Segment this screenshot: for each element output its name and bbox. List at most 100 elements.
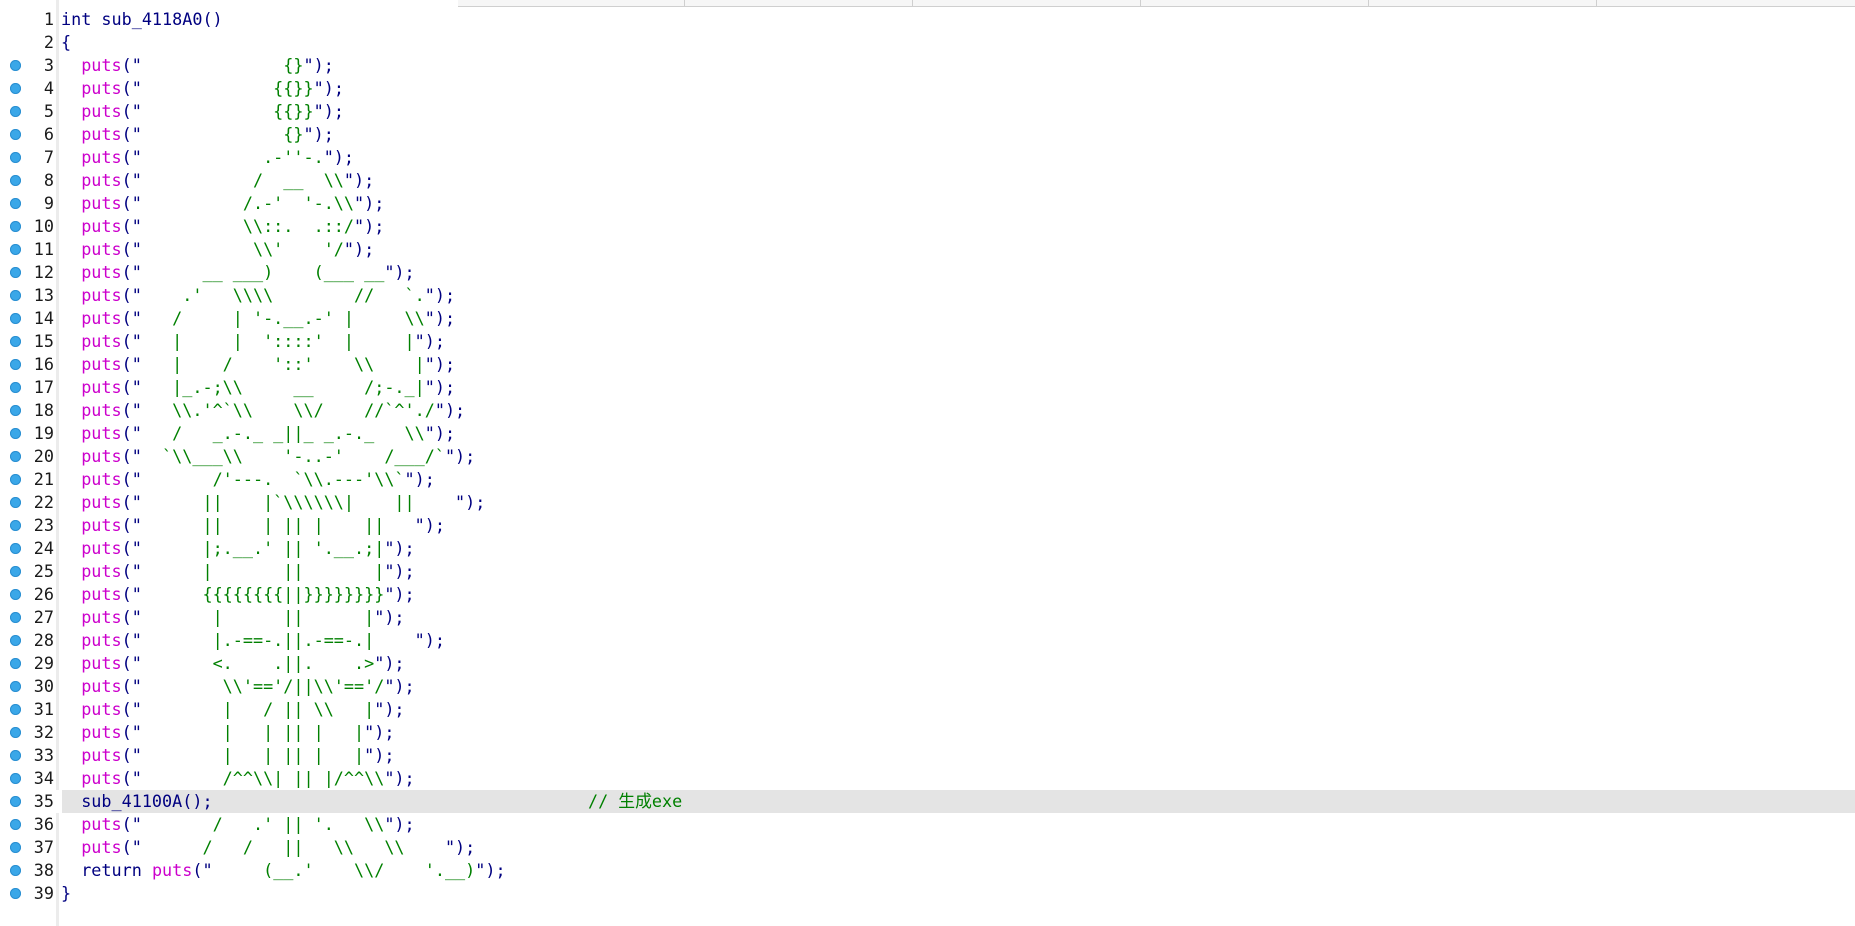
code-line[interactable]: 22 puts(" || |`\\\\\\| || "); [0, 491, 1855, 514]
breakpoint-dot-icon[interactable] [10, 865, 21, 876]
code-line[interactable]: 10 puts(" \\::. .::/"); [0, 215, 1855, 238]
code-text[interactable]: puts(" / / || \\ \\ "); [61, 836, 475, 859]
code-text[interactable]: puts(" \\'=='/||\\'=='/"); [61, 675, 414, 698]
code-line[interactable]: 38 return puts(" (__.' \\/ '.__)"); [0, 859, 1855, 882]
code-text[interactable]: puts(" \\::. .::/"); [61, 215, 384, 238]
code-line[interactable]: 21 puts(" /'---. `\\.---'\\`"); [0, 468, 1855, 491]
code-text[interactable]: { [61, 31, 71, 54]
code-line[interactable]: 34 puts(" /^^\\| || |/^^\\"); [0, 767, 1855, 790]
breakpoint-dot-icon[interactable] [10, 589, 21, 600]
breakpoint-dot-icon[interactable] [10, 497, 21, 508]
code-text[interactable]: puts(" {{}}"); [61, 100, 344, 123]
breakpoint-dot-icon[interactable] [10, 773, 21, 784]
code-text[interactable]: puts(" {{{{{{{{||}}}}}}}}"); [61, 583, 414, 606]
code-line[interactable]: 11 puts(" \\' '/"); [0, 238, 1855, 261]
breakpoint-dot-icon[interactable] [10, 221, 21, 232]
code-line[interactable]: 31 puts(" | / || \\ |"); [0, 698, 1855, 721]
code-line[interactable]: 4 puts(" {{}}"); [0, 77, 1855, 100]
code-line[interactable]: 9 puts(" /.-' '-.\\"); [0, 192, 1855, 215]
code-text[interactable]: puts(" \\.'^`\\ \\/ //`^'./"); [61, 399, 465, 422]
code-text[interactable]: puts(" / .' || '. \\"); [61, 813, 414, 836]
code-text[interactable]: puts(" || |`\\\\\\| || "); [61, 491, 485, 514]
code-text[interactable]: puts(" |_.-;\\ __ /;-._|"); [61, 376, 455, 399]
code-text[interactable]: return puts(" (__.' \\/ '.__)"); [61, 859, 505, 882]
breakpoint-dot-icon[interactable] [10, 152, 21, 163]
code-text[interactable]: puts(" {}"); [61, 123, 334, 146]
code-text[interactable]: puts(" __ ___) (___ __"); [61, 261, 414, 284]
code-text[interactable]: puts(" | || |"); [61, 606, 404, 629]
code-line[interactable]: 13 puts(" .' \\\\ // `."); [0, 284, 1855, 307]
code-line[interactable]: 26 puts(" {{{{{{{{||}}}}}}}}"); [0, 583, 1855, 606]
code-text[interactable]: puts(" \\' '/"); [61, 238, 374, 261]
code-text[interactable]: puts(" .' \\\\ // `."); [61, 284, 455, 307]
code-line[interactable]: 18 puts(" \\.'^`\\ \\/ //`^'./"); [0, 399, 1855, 422]
code-line[interactable]: 30 puts(" \\'=='/||\\'=='/"); [0, 675, 1855, 698]
code-text[interactable]: puts(" | | '::::' | |"); [61, 330, 445, 353]
code-line[interactable]: 23 puts(" || | || | || "); [0, 514, 1855, 537]
code-line[interactable]: 5 puts(" {{}}"); [0, 100, 1855, 123]
code-text[interactable]: puts(" /^^\\| || |/^^\\"); [61, 767, 414, 790]
breakpoint-dot-icon[interactable] [10, 359, 21, 370]
breakpoint-dot-icon[interactable] [10, 313, 21, 324]
breakpoint-dot-icon[interactable] [10, 819, 21, 830]
code-line[interactable]: 33 puts(" | | || | |"); [0, 744, 1855, 767]
code-text[interactable]: puts(" | / '::' \\ |"); [61, 353, 455, 376]
code-text[interactable]: int sub_4118A0() [61, 8, 223, 31]
code-line[interactable]: 37 puts(" / / || \\ \\ "); [0, 836, 1855, 859]
code-text[interactable]: puts(" /'---. `\\.---'\\`"); [61, 468, 435, 491]
code-text[interactable]: puts(" `\\___\\ '-..-' /___/`"); [61, 445, 475, 468]
code-line[interactable]: 7 puts(" .-''-."); [0, 146, 1855, 169]
breakpoint-dot-icon[interactable] [10, 635, 21, 646]
code-text[interactable]: } [61, 882, 71, 905]
code-text[interactable]: puts(" <. .||. .>"); [61, 652, 404, 675]
code-text[interactable]: puts(" | | || | |"); [61, 721, 394, 744]
code-text[interactable]: puts(" | | || | |"); [61, 744, 394, 767]
breakpoint-dot-icon[interactable] [10, 382, 21, 393]
code-text[interactable]: puts(" {{}}"); [61, 77, 344, 100]
code-line[interactable]: 25 puts(" | || |"); [0, 560, 1855, 583]
code-line[interactable]: 24 puts(" |;.__.' || '.__.;|"); [0, 537, 1855, 560]
breakpoint-dot-icon[interactable] [10, 336, 21, 347]
breakpoint-dot-icon[interactable] [10, 175, 21, 186]
breakpoint-dot-icon[interactable] [10, 474, 21, 485]
code-area[interactable]: 1 int sub_4118A0() 2{3 puts(" {}"); 4 puts(… [0, 8, 1855, 905]
breakpoint-dot-icon[interactable] [10, 428, 21, 439]
code-text[interactable]: puts(" .-''-."); [61, 146, 354, 169]
code-line[interactable]: 12 puts(" __ ___) (___ __"); [0, 261, 1855, 284]
code-line[interactable]: 1 int sub_4118A0() [0, 8, 1855, 31]
code-line[interactable]: 6 puts(" {}"); [0, 123, 1855, 146]
breakpoint-dot-icon[interactable] [10, 267, 21, 278]
breakpoint-dot-icon[interactable] [10, 681, 21, 692]
breakpoint-dot-icon[interactable] [10, 612, 21, 623]
breakpoint-dot-icon[interactable] [10, 543, 21, 554]
code-line[interactable]: 27 puts(" | || |"); [0, 606, 1855, 629]
code-text[interactable]: puts(" || | || | || "); [61, 514, 445, 537]
code-line[interactable]: 29 puts(" <. .||. .>"); [0, 652, 1855, 675]
breakpoint-dot-icon[interactable] [10, 704, 21, 715]
breakpoint-dot-icon[interactable] [10, 566, 21, 577]
breakpoint-dot-icon[interactable] [10, 244, 21, 255]
breakpoint-dot-icon[interactable] [10, 796, 21, 807]
code-text[interactable]: puts(" |;.__.' || '.__.;|"); [61, 537, 414, 560]
code-line[interactable]: 32 puts(" | | || | |"); [0, 721, 1855, 744]
breakpoint-dot-icon[interactable] [10, 83, 21, 94]
breakpoint-dot-icon[interactable] [10, 129, 21, 140]
breakpoint-dot-icon[interactable] [10, 888, 21, 899]
breakpoint-dot-icon[interactable] [10, 658, 21, 669]
code-text[interactable]: puts(" | / || \\ |"); [61, 698, 404, 721]
code-text[interactable]: sub_41100A(); [61, 790, 212, 813]
code-line[interactable]: 36 puts(" / .' || '. \\"); [0, 813, 1855, 836]
breakpoint-dot-icon[interactable] [10, 750, 21, 761]
breakpoint-dot-icon[interactable] [10, 451, 21, 462]
code-line[interactable]: 14 puts(" / | '-.__.-' | \\"); [0, 307, 1855, 330]
breakpoint-dot-icon[interactable] [10, 106, 21, 117]
code-line[interactable]: 19 puts(" / _.-._ _||_ _.-._ \\"); [0, 422, 1855, 445]
pseudocode-view[interactable]: 1 int sub_4118A0() 2{3 puts(" {}"); 4 puts(… [0, 0, 1855, 926]
code-line[interactable]: 20 puts(" `\\___\\ '-..-' /___/`"); [0, 445, 1855, 468]
breakpoint-dot-icon[interactable] [10, 842, 21, 853]
code-line[interactable]: 2{ [0, 31, 1855, 54]
breakpoint-dot-icon[interactable] [10, 198, 21, 209]
breakpoint-dot-icon[interactable] [10, 60, 21, 71]
code-text[interactable]: puts(" / __ \\"); [61, 169, 374, 192]
code-line[interactable]: 16 puts(" | / '::' \\ |"); [0, 353, 1855, 376]
